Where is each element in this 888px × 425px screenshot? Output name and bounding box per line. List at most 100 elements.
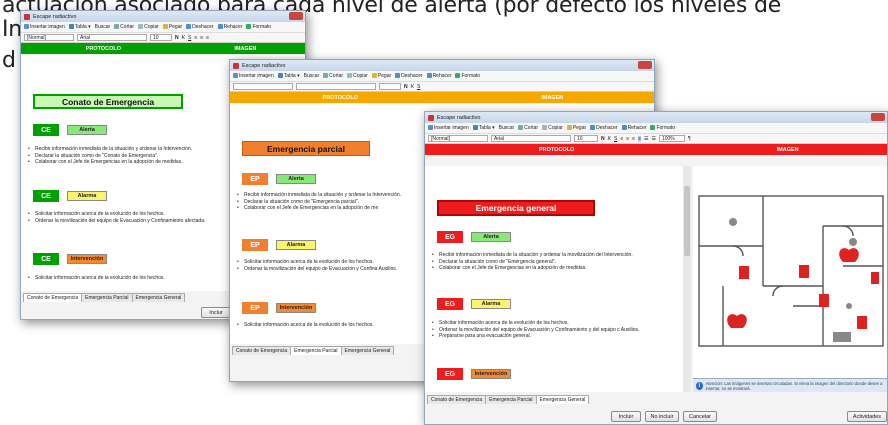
scissors-icon (114, 24, 120, 29)
underline-button[interactable]: S (614, 136, 617, 142)
table-button[interactable]: Tabla ▾ (68, 24, 91, 30)
protocol-panel[interactable]: Emergencia general EG Alerta Recibir inf… (425, 166, 683, 392)
undo-button[interactable]: Deshacer (395, 73, 423, 79)
title-bar[interactable]: Escape radiactivo (230, 60, 654, 71)
paragraph-icon[interactable]: ¶ (688, 136, 691, 142)
font-select[interactable]: Arial (77, 34, 147, 41)
intervencion-actions: Solicitar información acerca de la evolu… (236, 322, 421, 329)
format-button[interactable]: Formato (455, 73, 480, 79)
italic-button[interactable]: K (182, 35, 185, 41)
paste-button[interactable]: Pegar (371, 73, 391, 79)
insert-image-button[interactable]: Insertar imagen (233, 73, 274, 79)
format-bar: N K S (230, 82, 654, 92)
zoom-select[interactable]: 100% (658, 135, 685, 142)
table-button[interactable]: Tabla ▾ (277, 73, 300, 79)
align-left-icon[interactable]: ≡ (620, 136, 623, 142)
cancel-button[interactable]: Cancelar (683, 411, 717, 422)
include-button[interactable]: Inclur (201, 307, 231, 318)
copy-button[interactable]: Copiar (347, 73, 368, 79)
bold-button[interactable]: N (404, 84, 408, 90)
paste-button[interactable]: Pegar (162, 24, 182, 30)
bold-button[interactable]: N (175, 35, 179, 41)
search-button[interactable]: Buscar (304, 73, 320, 79)
column-headers: PROTOCOLO IMAGEN (21, 43, 305, 54)
style-select[interactable]: [Normal] (24, 34, 74, 41)
align-center-icon[interactable]: ≡ (626, 136, 629, 142)
copy-button[interactable]: Copiar (138, 24, 159, 30)
no-include-button[interactable]: No incluir (645, 411, 679, 422)
bullet-list-icon[interactable]: ☰ (644, 136, 648, 142)
justify-icon[interactable]: ≡ (638, 135, 641, 142)
image-icon (428, 125, 433, 130)
cut-button[interactable]: Cortar (518, 125, 538, 131)
alarma-actions: Solicitar información acerca de la evolu… (431, 320, 671, 340)
image-icon (233, 73, 238, 78)
font-select[interactable]: Arial (491, 135, 571, 142)
level-code: EP (242, 302, 268, 314)
insert-image-button[interactable]: Insertar imagen (428, 125, 469, 131)
italic-button[interactable]: K (411, 84, 414, 90)
info-icon: i (696, 381, 703, 390)
tab-conato[interactable]: Conato de Emergencia (427, 395, 487, 404)
tab-conato[interactable]: Conato de Emergencia (232, 346, 292, 355)
paste-button[interactable]: Pegar (566, 125, 586, 131)
window-title: Escape radiactivo (33, 13, 77, 20)
close-icon[interactable] (638, 61, 652, 69)
style-select[interactable] (233, 83, 293, 90)
size-select[interactable]: 10 (574, 135, 598, 142)
size-select[interactable]: 10 (150, 34, 172, 41)
title-bar[interactable]: Escape radiactivo (425, 112, 887, 123)
align-right-icon[interactable]: ≡ (206, 35, 209, 41)
underline-button[interactable]: S (417, 84, 420, 90)
italic-button[interactable]: K (608, 136, 611, 142)
tab-emergencia-parcial[interactable]: Emergencia Parcial (485, 395, 537, 404)
cut-button[interactable]: Cortar (114, 24, 134, 30)
protocol-header: PROTOCOLO (538, 146, 575, 153)
app-icon (24, 13, 30, 20)
search-button[interactable]: Buscar (499, 125, 515, 131)
close-icon[interactable] (289, 12, 303, 20)
close-icon[interactable] (871, 113, 885, 121)
style-select[interactable]: [Normal] (428, 135, 488, 142)
list-item: Colaborar con el Jefe de Emergencias en … (27, 159, 237, 166)
image-panel[interactable] (693, 166, 887, 378)
format-bar: [Normal] Arial 10 N K S ≡ ≡ ≡ (21, 33, 305, 43)
app-icon (233, 62, 239, 69)
align-right-icon[interactable]: ≡ (632, 136, 635, 142)
font-select[interactable] (296, 83, 376, 90)
title-bar[interactable]: Escape radiactivo (21, 11, 305, 22)
undo-button[interactable]: Deshacer (186, 24, 214, 30)
tab-emergencia-parcial[interactable]: Emergencia Parcial (290, 346, 342, 355)
redo-button[interactable]: Rehacer (426, 73, 451, 79)
tab-conato[interactable]: Conato de Emergencia (23, 293, 83, 302)
align-left-icon[interactable]: ≡ (194, 35, 197, 41)
redo-button[interactable]: Rehacer (621, 125, 646, 131)
size-select[interactable] (379, 83, 401, 90)
scroll-thumb[interactable] (684, 186, 690, 256)
number-list-icon[interactable]: ☰ (651, 136, 655, 142)
include-button[interactable]: Incluir (611, 411, 641, 422)
undo-icon (186, 24, 192, 29)
activities-button[interactable]: Actividades (847, 411, 887, 422)
undo-button[interactable]: Deshacer (590, 125, 618, 131)
bold-button[interactable]: N (601, 136, 605, 142)
format-button[interactable]: Formato (650, 125, 675, 131)
copy-icon (542, 125, 548, 130)
table-button[interactable]: Tabla ▾ (472, 125, 495, 131)
protocol-scrollbar[interactable] (683, 166, 691, 392)
tab-emergencia-parcial[interactable]: Emergencia Parcial (81, 293, 133, 302)
insert-image-button[interactable]: Insertar imagen (24, 24, 65, 30)
align-center-icon[interactable]: ≡ (200, 35, 203, 41)
redo-button[interactable]: Rehacer (217, 24, 242, 30)
tab-emergencia-general[interactable]: Emergencia General (340, 346, 395, 355)
tab-emergencia-general[interactable]: Emergencia General (535, 395, 590, 404)
protocol-title: Emergencia general (437, 200, 595, 216)
format-button[interactable]: Formato (246, 24, 271, 30)
underline-button[interactable]: S (188, 35, 191, 41)
search-button[interactable]: Buscar (95, 24, 111, 30)
tab-emergencia-general[interactable]: Emergencia General (131, 293, 186, 302)
copy-button[interactable]: Copiar (542, 125, 563, 131)
cut-button[interactable]: Cortar (323, 73, 343, 79)
redo-icon (217, 24, 223, 29)
level-code: EG (437, 231, 463, 243)
